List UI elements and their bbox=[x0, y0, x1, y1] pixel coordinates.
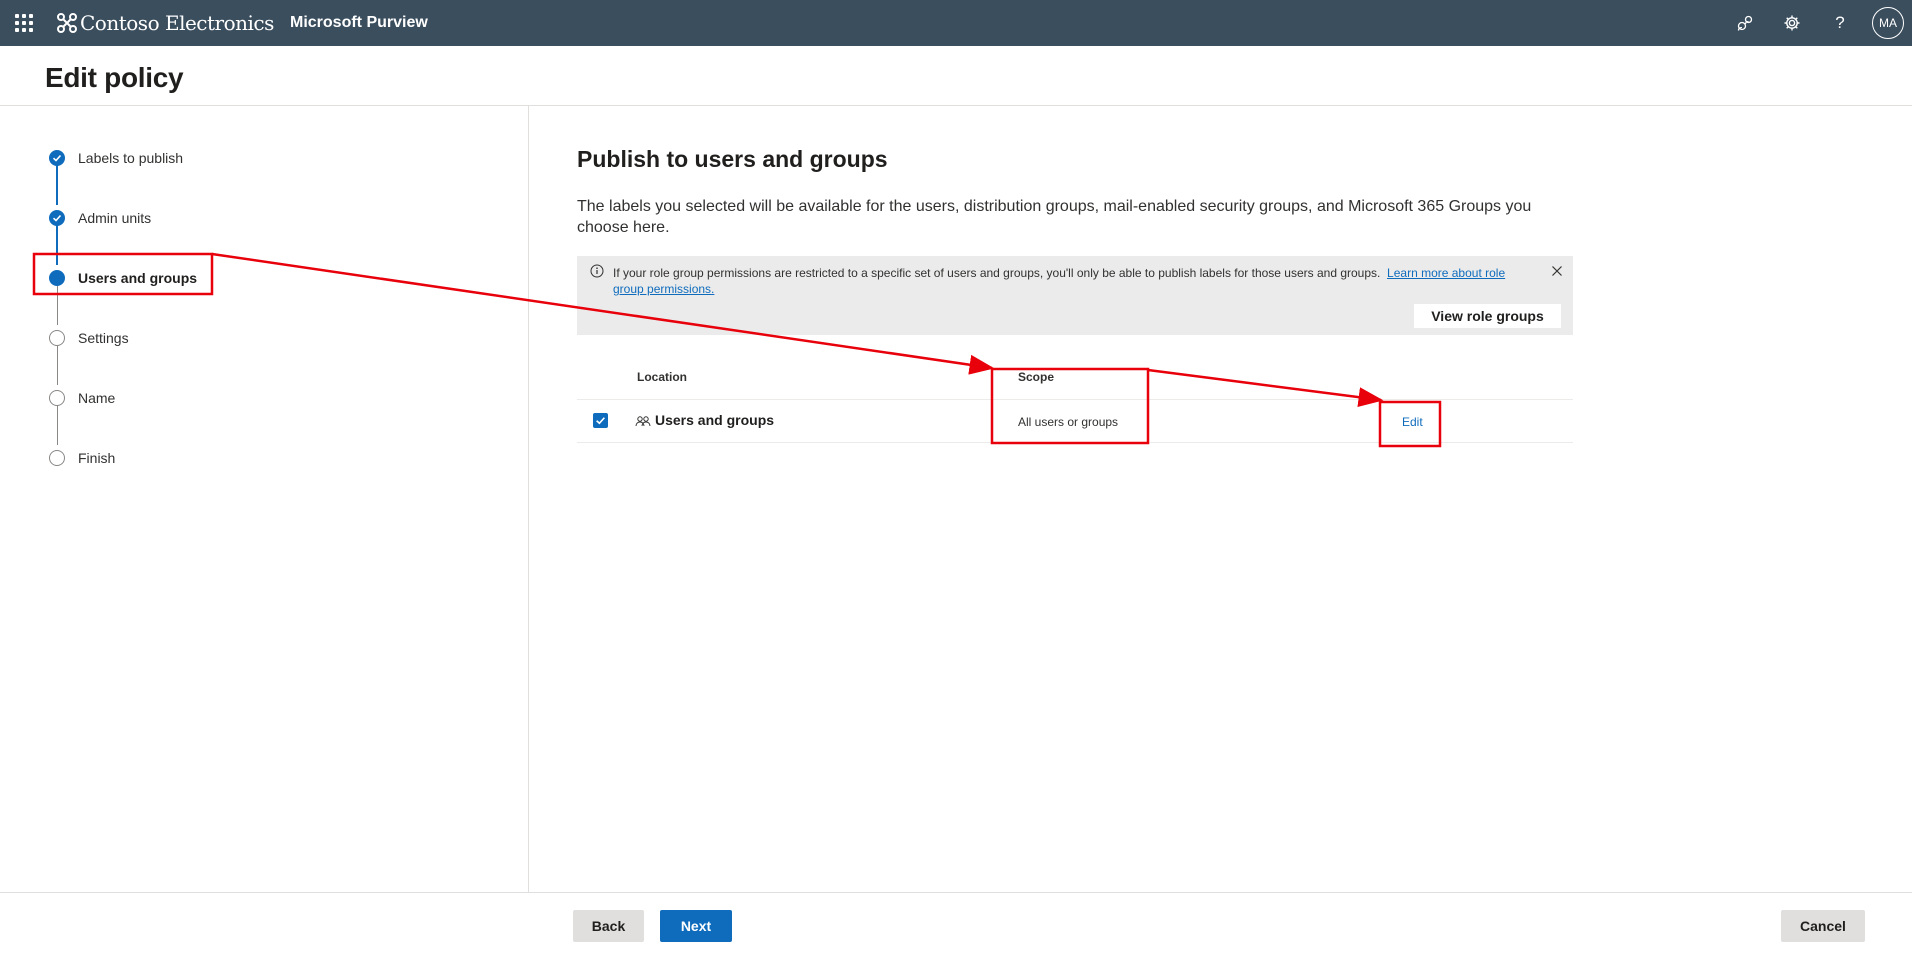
column-header-location[interactable]: Location bbox=[637, 370, 687, 384]
step-labels-to-publish[interactable]: Labels to publish bbox=[49, 148, 183, 168]
app-launcher-icon[interactable] bbox=[14, 13, 34, 33]
step-label: Name bbox=[78, 390, 116, 406]
current-step-icon bbox=[49, 270, 65, 286]
table-row-divider bbox=[577, 442, 1573, 443]
contoso-logo-icon bbox=[57, 13, 77, 33]
step-admin-units[interactable]: Admin units bbox=[49, 208, 151, 228]
checkmark-icon bbox=[49, 210, 65, 226]
info-icon bbox=[590, 264, 604, 278]
step-connector bbox=[56, 225, 58, 265]
step-label: Settings bbox=[78, 330, 129, 346]
annotation-box-scope bbox=[990, 367, 1150, 445]
brand-name[interactable]: Contoso Electronics bbox=[80, 11, 274, 35]
step-label: Finish bbox=[78, 450, 116, 466]
row-location: Users and groups bbox=[655, 412, 775, 428]
annotation-arrow bbox=[1147, 368, 1384, 408]
top-bar: Contoso Electronics Microsoft Purview ? … bbox=[0, 0, 1912, 46]
step-connector bbox=[57, 285, 58, 325]
footer-divider bbox=[0, 892, 1912, 893]
row-scope: All users or groups bbox=[1018, 415, 1119, 429]
annotation-overlay bbox=[32, 252, 1442, 448]
pending-step-icon bbox=[49, 330, 65, 346]
row-checkbox[interactable] bbox=[593, 413, 608, 428]
back-button[interactable]: Back bbox=[573, 910, 644, 942]
edit-link[interactable]: Edit bbox=[1402, 415, 1423, 429]
view-role-groups-button[interactable]: View role groups bbox=[1414, 304, 1561, 328]
section-title: Publish to users and groups bbox=[577, 146, 888, 172]
pending-step-icon bbox=[49, 450, 65, 466]
info-message-text: If your role group permissions are restr… bbox=[613, 266, 1381, 280]
gear-icon[interactable] bbox=[1780, 11, 1804, 35]
step-label: Labels to publish bbox=[78, 150, 184, 166]
header-divider bbox=[0, 105, 1912, 106]
feedback-icon[interactable] bbox=[1733, 11, 1757, 35]
step-label: Admin units bbox=[78, 210, 152, 226]
step-name[interactable]: Name bbox=[49, 388, 115, 408]
info-message-bar: If your role group permissions are restr… bbox=[577, 256, 1573, 335]
step-settings[interactable]: Settings bbox=[49, 328, 129, 348]
step-connector bbox=[57, 405, 58, 445]
page-title: Edit policy bbox=[45, 62, 184, 93]
checkmark-icon bbox=[49, 150, 65, 166]
help-icon[interactable]: ? bbox=[1828, 11, 1852, 35]
users-group-icon bbox=[635, 416, 651, 427]
sidebar-divider bbox=[528, 106, 529, 892]
product-name[interactable]: Microsoft Purview bbox=[290, 14, 428, 32]
section-description: The labels you selected will be availabl… bbox=[577, 198, 1532, 236]
next-button[interactable]: Next bbox=[660, 910, 732, 942]
close-icon[interactable] bbox=[1550, 264, 1564, 278]
step-connector bbox=[56, 165, 58, 205]
info-message: If your role group permissions are restr… bbox=[613, 265, 1513, 297]
step-finish[interactable]: Finish bbox=[49, 448, 115, 468]
step-users-and-groups[interactable]: Users and groups bbox=[49, 268, 197, 288]
avatar[interactable]: MA bbox=[1872, 7, 1904, 39]
step-label: Users and groups bbox=[78, 270, 198, 286]
step-connector bbox=[57, 345, 58, 385]
table-header-divider bbox=[577, 399, 1573, 400]
pending-step-icon bbox=[49, 390, 65, 406]
cancel-button[interactable]: Cancel bbox=[1781, 910, 1865, 942]
column-header-scope[interactable]: Scope bbox=[1018, 370, 1054, 384]
